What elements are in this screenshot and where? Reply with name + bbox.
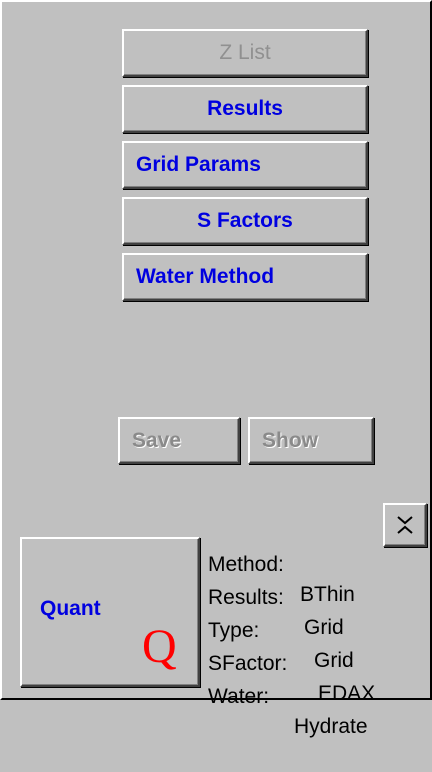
grid-params-button[interactable]: Grid Params (122, 141, 368, 189)
water-value: Hydrate (294, 715, 368, 738)
z-list-button: Z List (122, 29, 368, 77)
chevron-collapse-icon (397, 516, 413, 534)
water-label: Water: (208, 685, 270, 708)
s-factors-button[interactable]: S Factors (122, 197, 368, 245)
sfactor-value: EDAX (318, 682, 376, 705)
show-button: Show (248, 417, 374, 464)
method-row: Method: BThin (208, 520, 355, 606)
collapse-button[interactable] (383, 503, 427, 547)
results-row: Results: Grid (208, 553, 344, 639)
type-value: Grid (314, 649, 354, 672)
results-value: Grid (304, 616, 344, 639)
results-button[interactable]: Results (122, 85, 368, 133)
method-value: BThin (300, 583, 355, 606)
water-row: Water: Hydrate (208, 652, 368, 738)
save-button: Save (118, 417, 240, 464)
type-row: Type: Grid (208, 586, 354, 672)
quant-q-icon: Q (142, 620, 177, 673)
quant-button[interactable]: Quant Q (20, 537, 200, 687)
quant-label: Quant (40, 597, 101, 620)
water-method-button[interactable]: Water Method (122, 253, 368, 301)
sfactor-row: SFactor: EDAX (208, 619, 375, 705)
